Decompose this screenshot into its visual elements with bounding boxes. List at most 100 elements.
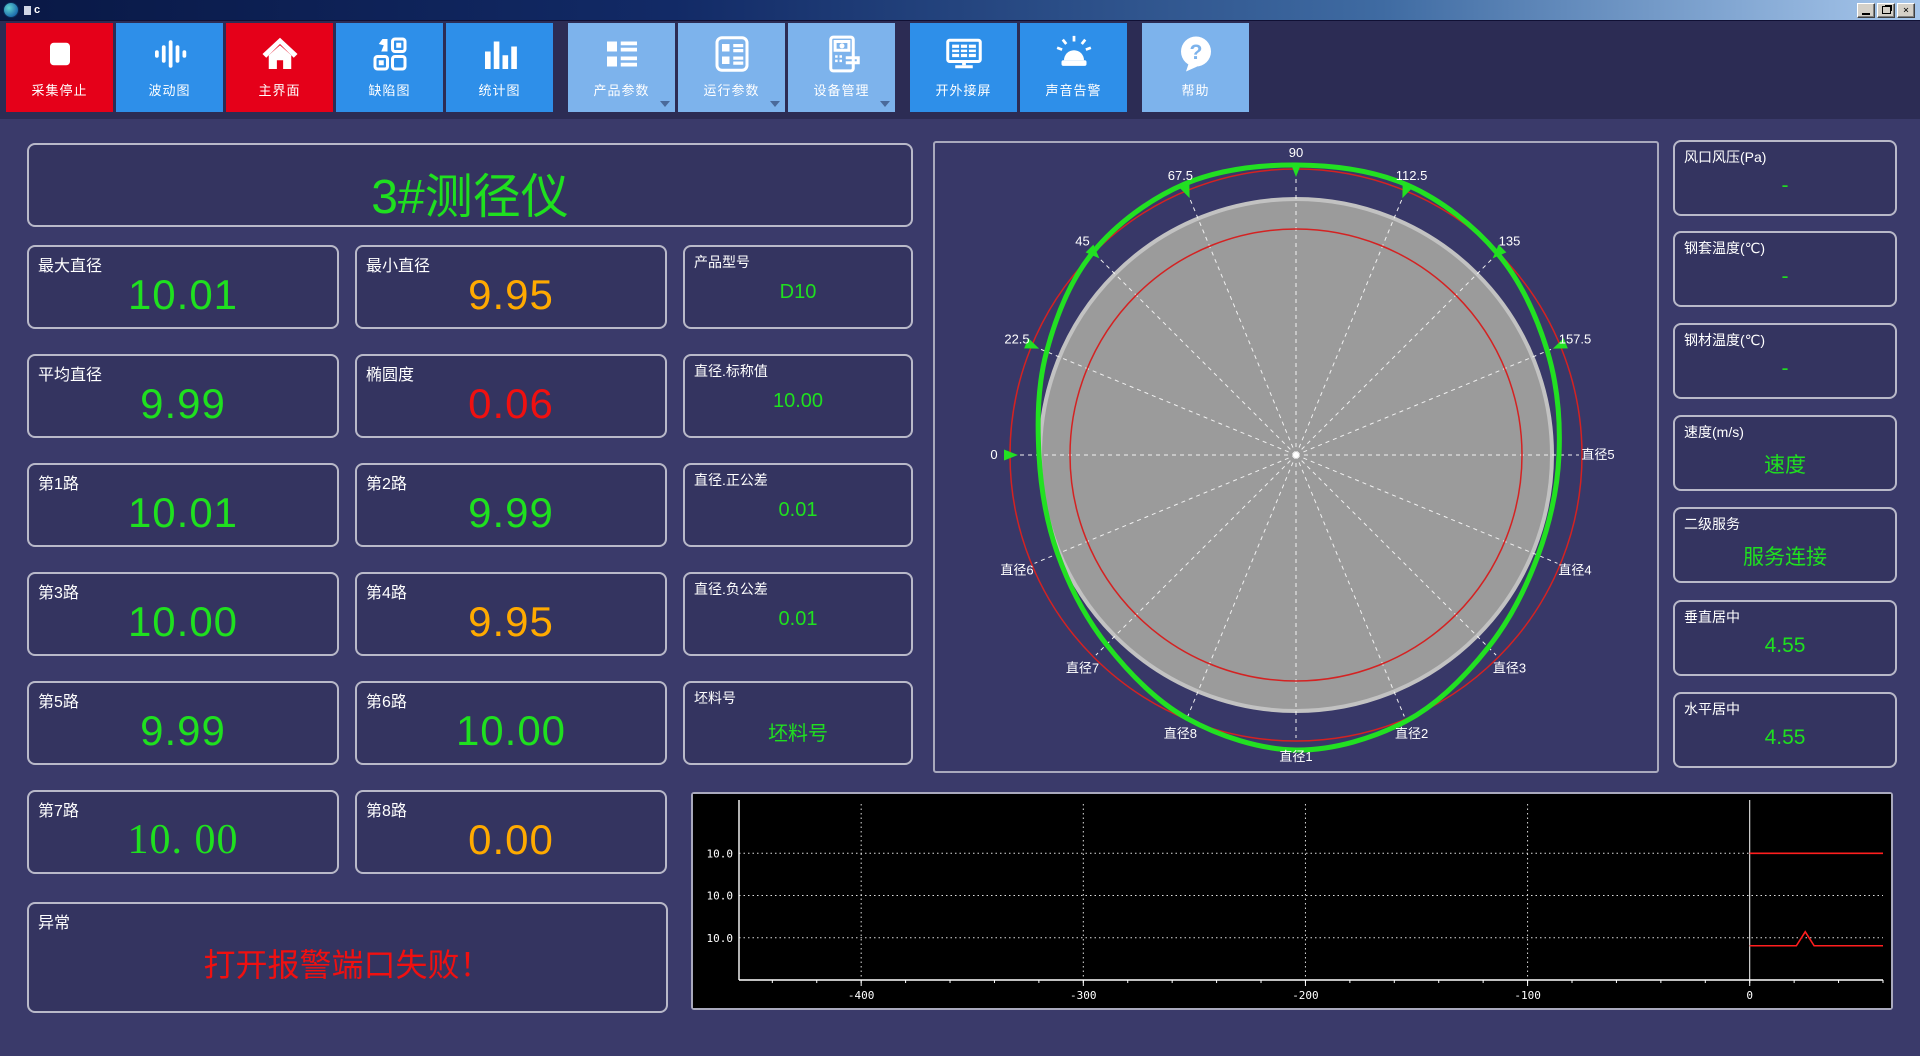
trend-x-label: -100 (1514, 989, 1541, 1002)
toolbar-button-统计图[interactable]: 统计图 (446, 23, 553, 112)
metric-box-第8路: 第8路 0.00 (355, 790, 667, 874)
toolbar-button-开外接屏[interactable]: 开外接屏 (910, 23, 1017, 112)
status-box-二级服务: 二级服务 服务连接 (1673, 507, 1897, 583)
chevron-down-icon (770, 101, 780, 107)
metric-value: 9.95 (468, 598, 554, 645)
metric-box-最小直径: 最小直径 9.95 (355, 245, 667, 329)
polar-spoke-label: 45 (1075, 234, 1089, 249)
trend-x-label: -200 (1292, 989, 1319, 1002)
polar-chart-panel: 0 22.5 45 67.5 90 112.5 135 157.5 直径5 直径4 直径3 直径2 直径… (933, 141, 1659, 773)
toolbar-button-label: 缺陷图 (368, 83, 411, 98)
param-value: 0.01 (778, 608, 818, 630)
polar-spoke-label: 90 (1289, 145, 1303, 160)
status-box-钢套温度(℃): 钢套温度(℃) - (1673, 231, 1897, 307)
status-label: 二级服务 (1684, 516, 1740, 532)
status-box-钢材温度(℃): 钢材温度(℃) - (1673, 323, 1897, 399)
trend-y-label: 10.0 (707, 932, 734, 945)
param-value: 0.01 (778, 499, 818, 521)
status-value: - (1781, 357, 1789, 380)
status-label: 速度(m/s) (1684, 424, 1744, 440)
run-params-icon (712, 32, 752, 76)
toolbar-button-采集停止[interactable]: 采集停止 (6, 23, 113, 112)
status-box-风口风压(Pa): 风口风压(Pa) - (1673, 140, 1897, 216)
toolbar-button-运行参数[interactable]: 运行参数 (678, 23, 785, 112)
param-label: 产品型号 (694, 254, 750, 270)
metric-box-椭圆度: 椭圆度 0.06 (355, 354, 667, 438)
polar-spoke-label: 直径8 (1164, 726, 1197, 741)
toolbar-button-label: 帮助 (1181, 83, 1210, 98)
help-icon: ? (1176, 32, 1216, 76)
toolbar: 采集停止 波动图 主界面 缺陷图 统计图 产品参数 运行参数 设备管理 开外接屏… (0, 20, 1920, 119)
status-box-垂直居中: 垂直居中 4.55 (1673, 600, 1897, 676)
metric-value: 0.00 (468, 816, 554, 863)
param-box-直径.负公差: 直径.负公差 0.01 (683, 572, 913, 656)
app-logo-icon (3, 2, 19, 18)
chevron-down-icon (880, 101, 890, 107)
toolbar-button-设备管理[interactable]: 设备管理 (788, 23, 895, 112)
titlebar-glyph (24, 5, 31, 15)
product-params-icon (602, 32, 642, 76)
home-icon (260, 32, 300, 76)
param-label: 直径.标称值 (694, 363, 768, 379)
restore-button[interactable] (1877, 2, 1895, 18)
metric-value: 10.01 (127, 489, 239, 536)
polar-spoke-label: 直径3 (1493, 661, 1526, 676)
trend-chart: 10.0 10.0 10.0 -400 -300 -200 -100 0 (693, 794, 1891, 1008)
status-value: - (1781, 174, 1789, 197)
toolbar-button-波动图[interactable]: 波动图 (116, 23, 223, 112)
toolbar-button-label: 主界面 (258, 83, 301, 98)
close-button[interactable]: × (1897, 2, 1915, 18)
window-controls: × (1857, 2, 1917, 18)
polar-spoke-label: 112.5 (1396, 168, 1428, 183)
toolbar-button-产品参数[interactable]: 产品参数 (568, 23, 675, 112)
toolbar-button-label: 声音告警 (1045, 83, 1102, 98)
metric-value: 9.99 (140, 380, 226, 427)
defect-map-icon (370, 32, 410, 76)
polar-spoke-label: 157.5 (1559, 331, 1592, 346)
param-value: D10 (779, 281, 817, 303)
status-label: 风口风压(Pa) (1684, 149, 1767, 165)
minimize-icon (1862, 13, 1870, 15)
polar-spoke-label: 直径1 (1279, 749, 1312, 764)
param-label: 坯料号 (694, 690, 736, 706)
param-label: 直径.正公差 (694, 472, 768, 488)
metric-value: 9.99 (140, 707, 226, 754)
status-value: 服务连接 (1743, 546, 1827, 569)
status-box-水平居中: 水平居中 4.55 (1673, 692, 1897, 768)
trend-chart-panel: 10.0 10.0 10.0 -400 -300 -200 -100 0 (691, 792, 1893, 1010)
minimize-button[interactable] (1857, 2, 1875, 18)
status-label: 钢材温度(℃) (1684, 332, 1766, 348)
polar-spoke-label: 67.5 (1168, 168, 1193, 183)
app-window: { "window": { "title": "c", "controls": … (0, 0, 1920, 1056)
window-title: c (34, 4, 41, 16)
waveform-icon (150, 32, 190, 76)
polar-spoke-label: 直径5 (1581, 447, 1614, 462)
toolbar-button-声音告警[interactable]: 声音告警 (1020, 23, 1127, 112)
metric-box-第4路: 第4路 9.95 (355, 572, 667, 656)
polar-spoke-label: 直径4 (1558, 563, 1591, 578)
trend-x-label: 0 (1746, 989, 1753, 1002)
trend-y-label: 10.0 (707, 847, 734, 860)
polar-profile-chart: 0 22.5 45 67.5 90 112.5 135 157.5 直径5 直径4 直径3 直径2 直径… (990, 145, 1614, 764)
polar-spoke-label: 135 (1499, 234, 1521, 249)
metric-box-第6路: 第6路 10.00 (355, 681, 667, 765)
toolbar-button-label: 产品参数 (593, 83, 650, 98)
alarm-box: 异常 打开报警端口失败！ (27, 902, 668, 1013)
param-label: 直径.负公差 (694, 581, 768, 597)
toolbar-button-主界面[interactable]: 主界面 (226, 23, 333, 112)
polar-spoke-label: 22.5 (1004, 331, 1029, 346)
close-icon: × (1902, 4, 1910, 16)
polar-spoke-label: 直径2 (1395, 726, 1428, 741)
param-box-直径.正公差: 直径.正公差 0.01 (683, 463, 913, 547)
metric-box-平均直径: 平均直径 9.99 (27, 354, 339, 438)
polar-spoke-label: 直径7 (1066, 661, 1099, 676)
toolbar-button-label: 采集停止 (31, 83, 88, 98)
status-value: - (1781, 265, 1789, 288)
toolbar-button-缺陷图[interactable]: 缺陷图 (336, 23, 443, 112)
metric-value: 9.95 (468, 271, 554, 318)
metric-value: 10.00 (455, 707, 567, 754)
metric-box-第1路: 第1路 10.01 (27, 463, 339, 547)
gauge-title-box: 3#测径仪 (27, 143, 913, 227)
toolbar-button-帮助[interactable]: ? 帮助 (1142, 23, 1249, 112)
toolbar-button-label: 开外接屏 (935, 83, 992, 98)
